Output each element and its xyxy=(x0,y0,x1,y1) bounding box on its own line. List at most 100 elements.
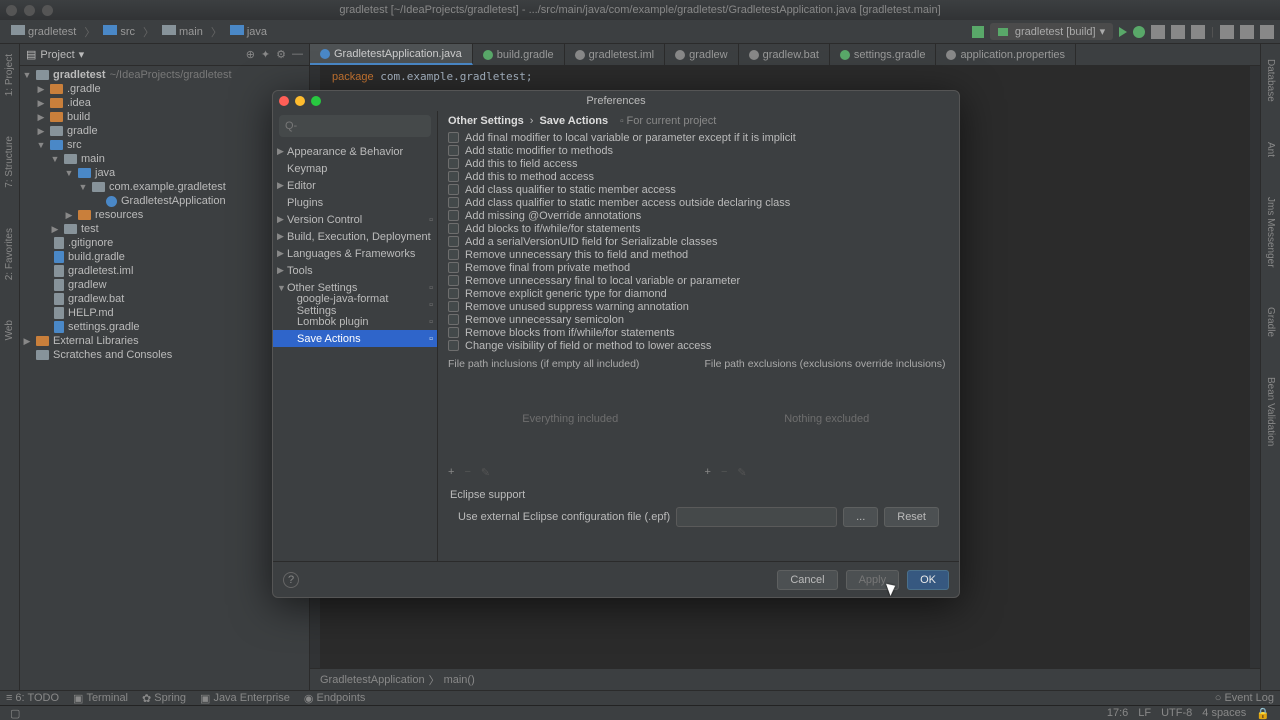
crumb-main[interactable]: main xyxy=(157,24,208,39)
opt-checkbox[interactable]: Add final modifier to local variable or … xyxy=(448,131,949,144)
opt-checkbox[interactable]: Remove blocks from if/while/for statemen… xyxy=(448,326,949,339)
add-icon[interactable]: + xyxy=(448,466,454,479)
toolwin-bean[interactable]: Bean Validation xyxy=(1265,377,1276,446)
toolwin-endpoints[interactable]: ◉ Endpoints xyxy=(304,692,366,705)
build-icon[interactable] xyxy=(972,26,984,38)
opt-checkbox[interactable]: Remove final from private method xyxy=(448,261,949,274)
settings-icon[interactable]: ⚙ xyxy=(276,48,286,61)
opt-checkbox[interactable]: Change visibility of field or method to … xyxy=(448,339,949,352)
toolwin-terminal[interactable]: ▣ Terminal xyxy=(73,692,128,705)
status-enc[interactable]: UTF-8 xyxy=(1161,707,1192,720)
cancel-button[interactable]: Cancel xyxy=(777,570,837,590)
tree-external[interactable]: External Libraries xyxy=(53,335,139,347)
browse-button[interactable]: ... xyxy=(843,507,878,527)
hide-icon[interactable]: — xyxy=(292,48,303,61)
coverage-icon[interactable] xyxy=(1151,25,1165,39)
side-appearance[interactable]: ▶Appearance & Behavior xyxy=(273,143,437,160)
side-vcs[interactable]: ▶Version Control▫ xyxy=(273,211,437,228)
tree-item[interactable]: build.gradle xyxy=(68,251,125,263)
tree-item[interactable]: gradlew xyxy=(68,279,107,291)
tree-root[interactable]: gradletest xyxy=(53,69,106,81)
tree-item[interactable]: .gradle xyxy=(67,83,101,95)
toolwin-favorites[interactable]: 2: Favorites xyxy=(4,228,15,280)
tree-scratches[interactable]: Scratches and Consoles xyxy=(53,349,172,361)
tree-item[interactable]: GradletestApplication xyxy=(121,195,226,207)
tab-appprops[interactable]: application.properties xyxy=(936,44,1076,65)
toolwin-jms[interactable]: Jms Messenger xyxy=(1265,197,1276,268)
exclusions-list[interactable]: Nothing excluded xyxy=(705,374,950,464)
toolwin-javaee[interactable]: ▣ Java Enterprise xyxy=(200,692,290,705)
opt-checkbox[interactable]: Add class qualifier to static member acc… xyxy=(448,196,949,209)
tab-iml[interactable]: gradletest.iml xyxy=(565,44,665,65)
side-keymap[interactable]: Keymap xyxy=(273,160,437,177)
toolwin-ant[interactable]: Ant xyxy=(1265,142,1276,157)
opt-checkbox[interactable]: Add this to field access xyxy=(448,157,949,170)
crumb-java[interactable]: java xyxy=(225,24,272,39)
tree-item[interactable]: .idea xyxy=(67,97,91,109)
opt-checkbox[interactable]: Add static modifier to methods xyxy=(448,144,949,157)
tree-item[interactable]: main xyxy=(81,153,105,165)
lock-icon[interactable]: 🔒 xyxy=(1256,707,1270,720)
status-indent[interactable]: 4 spaces xyxy=(1202,707,1246,720)
tree-item[interactable]: gradletest.iml xyxy=(68,265,133,277)
tree-item[interactable]: gradle xyxy=(67,125,98,137)
project-tree[interactable]: ▼gradletest~/IdeaProjects/gradletest ▶.g… xyxy=(20,66,309,364)
tree-item[interactable]: gradlew.bat xyxy=(68,293,124,305)
debug-icon[interactable] xyxy=(1133,26,1145,38)
run-config-selector[interactable]: gradletest [build] ▾ xyxy=(990,23,1113,40)
stop-icon[interactable] xyxy=(1191,25,1205,39)
tree-item[interactable]: java xyxy=(95,167,115,179)
side-build[interactable]: ▶Build, Execution, Deployment xyxy=(273,228,437,245)
profile-icon[interactable] xyxy=(1171,25,1185,39)
ok-button[interactable]: OK xyxy=(907,570,949,590)
search-icon[interactable] xyxy=(1260,25,1274,39)
tree-item[interactable]: com.example.gradletest xyxy=(109,181,226,193)
opt-checkbox[interactable]: Add a serialVersionUID field for Seriali… xyxy=(448,235,949,248)
opt-checkbox[interactable]: Remove unnecessary final to local variab… xyxy=(448,274,949,287)
tree-item[interactable]: test xyxy=(81,223,99,235)
project-panel-title[interactable]: ▤ Project ▾ xyxy=(26,48,84,61)
settings-search[interactable]: Q- xyxy=(279,115,431,137)
tree-item[interactable]: src xyxy=(67,139,82,151)
eclipse-path-input[interactable] xyxy=(676,507,837,527)
tree-item[interactable]: resources xyxy=(95,209,143,221)
tab-gradlewbat[interactable]: gradlew.bat xyxy=(739,44,830,65)
side-google[interactable]: google-java-format Settings▫ xyxy=(273,296,437,313)
tab-build[interactable]: build.gradle xyxy=(473,44,565,65)
side-lang[interactable]: ▶Languages & Frameworks xyxy=(273,245,437,262)
help-icon[interactable]: ? xyxy=(283,572,299,588)
tab-application[interactable]: GradletestApplication.java xyxy=(310,44,473,65)
side-plugins[interactable]: Plugins xyxy=(273,194,437,211)
toolwin-structure[interactable]: 7: Structure xyxy=(4,136,15,188)
crumb-project[interactable]: gradletest xyxy=(6,24,81,39)
opt-checkbox[interactable]: Remove unnecessary semicolon xyxy=(448,313,949,326)
locate-icon[interactable]: ⊕ xyxy=(246,48,255,61)
inclusions-list[interactable]: Everything included xyxy=(448,374,693,464)
tree-item[interactable]: .gitignore xyxy=(68,237,113,249)
side-saveactions[interactable]: Save Actions▫ xyxy=(273,330,437,347)
opt-checkbox[interactable]: Remove unused suppress warning annotatio… xyxy=(448,300,949,313)
tab-gradlew[interactable]: gradlew xyxy=(665,44,739,65)
expand-icon[interactable]: ✦ xyxy=(261,48,270,61)
tree-item[interactable]: HELP.md xyxy=(68,307,114,319)
toolwin-gradle[interactable]: Gradle xyxy=(1265,307,1276,337)
add-icon[interactable]: + xyxy=(705,466,711,479)
tab-settings[interactable]: settings.gradle xyxy=(830,44,937,65)
tree-item[interactable]: build xyxy=(67,111,90,123)
opt-checkbox[interactable]: Add class qualifier to static member acc… xyxy=(448,183,949,196)
opt-checkbox[interactable]: Remove unnecessary this to field and met… xyxy=(448,248,949,261)
opt-checkbox[interactable]: Add blocks to if/while/for statements xyxy=(448,222,949,235)
reset-button[interactable]: Reset xyxy=(884,507,939,527)
status-pos[interactable]: 17:6 xyxy=(1107,707,1128,720)
lastfiles-icon[interactable] xyxy=(1240,25,1254,39)
opt-checkbox[interactable]: Remove explicit generic type for diamond xyxy=(448,287,949,300)
side-tools[interactable]: ▶Tools xyxy=(273,262,437,279)
vcs-icon[interactable] xyxy=(1220,25,1234,39)
side-editor[interactable]: ▶Editor xyxy=(273,177,437,194)
toolwin-todo[interactable]: ≡ 6: TODO xyxy=(6,692,59,704)
toolwin-project[interactable]: 1: Project xyxy=(4,54,15,96)
opt-checkbox[interactable]: Add this to method access xyxy=(448,170,949,183)
run-icon[interactable] xyxy=(1119,27,1127,37)
opt-checkbox[interactable]: Add missing @Override annotations xyxy=(448,209,949,222)
status-lf[interactable]: LF xyxy=(1138,707,1151,720)
